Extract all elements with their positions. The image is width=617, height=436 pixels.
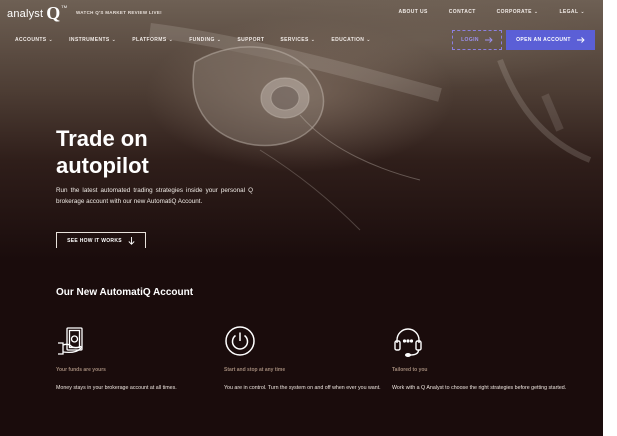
power-icon [225, 326, 255, 356]
feature-text: Money stays in your brokerage account at… [56, 385, 177, 391]
feature-heading: Your funds are yours [56, 367, 106, 373]
util-legal[interactable]: LEGAL ⌄ [559, 9, 585, 15]
brand-logo[interactable]: analyst Q TM [7, 4, 67, 22]
chevron-down-icon: ⌄ [310, 37, 316, 43]
nav-services[interactable]: SERVICES ⌄ [280, 37, 315, 43]
arrow-right-icon [576, 37, 585, 43]
page: analyst Q TM WATCH Q'S MARKET REVIEW LIV… [0, 0, 603, 436]
logo-q-mark: Q [46, 3, 61, 23]
nav-instruments[interactable]: INSTRUMENTS ⌄ [69, 37, 116, 43]
feature-heading: Start and stop at any time [224, 367, 286, 373]
chevron-down-icon: ⌄ [366, 37, 371, 43]
chevron-down-icon: ⌄ [533, 9, 539, 15]
logo-trademark: TM [61, 4, 68, 9]
main-nav: ACCOUNTS ⌄ INSTRUMENTS ⌄ PLATFORMS ⌄ FUNDIN… [15, 37, 371, 43]
chevron-down-icon: ⌄ [216, 37, 222, 43]
hero-description: Run the latest automated trading strateg… [56, 187, 253, 206]
nav-education[interactable]: EDUCATION ⌄ [331, 37, 371, 43]
arrow-down-icon [128, 236, 135, 245]
feature-text: Work with a Q Analyst to choose the righ… [392, 385, 567, 391]
hero-title: Trade on autopilot [56, 126, 149, 178]
feature-tailored: Tailored to you Work with a Q Analyst to… [392, 325, 567, 394]
feature-heading: Tailored to you [392, 367, 428, 373]
live-review-link[interactable]: WATCH Q'S MARKET REVIEW LIVE! [76, 10, 162, 15]
nav-platforms[interactable]: PLATFORMS ⌄ [132, 37, 173, 43]
nav-funding[interactable]: FUNDING ⌄ [189, 37, 221, 43]
util-contact[interactable]: CONTACT [449, 9, 476, 15]
chevron-down-icon: ⌄ [111, 37, 117, 43]
section-title: Our New AutomatiQ Account [56, 287, 194, 298]
arrow-right-icon [484, 37, 493, 43]
login-button[interactable]: LOGIN [452, 30, 502, 50]
open-account-button[interactable]: OPEN AN ACCOUNT [506, 30, 595, 50]
feature-text: You are in control. Turn the system on a… [224, 385, 381, 391]
chevron-down-icon: ⌄ [580, 9, 585, 15]
chevron-down-icon: ⌄ [48, 37, 54, 43]
feature-start-stop: Start and stop at any time You are in co… [224, 325, 399, 394]
see-how-it-works-button[interactable]: SEE HOW IT WORKS [56, 232, 146, 248]
top-bar: analyst Q TM WATCH Q'S MARKET REVIEW LIV… [0, 0, 603, 26]
chevron-down-icon: ⌄ [168, 37, 174, 43]
nav-support[interactable]: SUPPORT [237, 37, 264, 43]
utility-nav: ABOUT US CONTACT CORPORATE ⌄ LEGAL ⌄ [398, 9, 585, 15]
util-about-us[interactable]: ABOUT US [398, 9, 427, 15]
nav-accounts[interactable]: ACCOUNTS ⌄ [15, 37, 53, 43]
feature-funds: Your funds are yours Money stays in your… [56, 325, 231, 394]
money-hand-icon [58, 327, 83, 355]
util-corporate[interactable]: CORPORATE ⌄ [497, 9, 539, 15]
logo-wordmark: analyst [7, 8, 44, 20]
headset-icon [394, 328, 422, 358]
